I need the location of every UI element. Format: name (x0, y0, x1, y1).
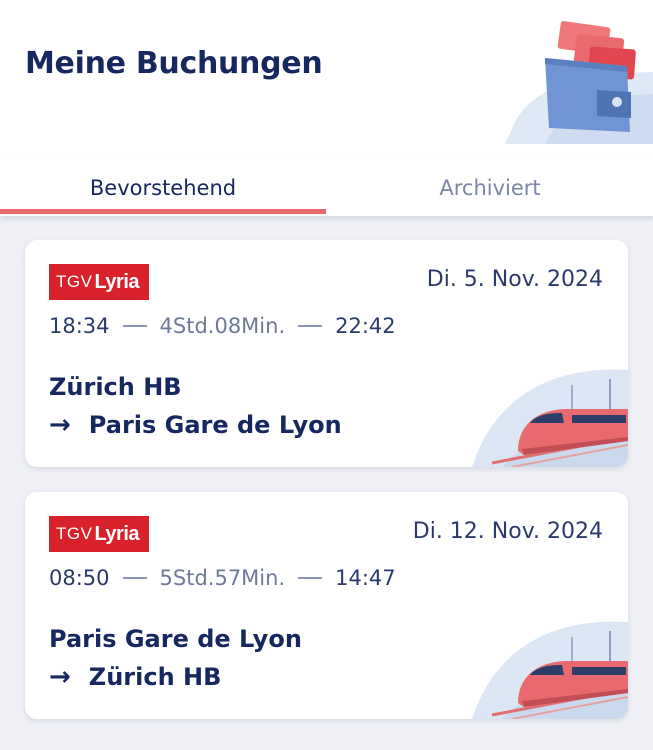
journey-timeline: 08:50 5Std.57Min. 14:47 (49, 566, 396, 590)
logo-text-lyria: Lyria (94, 522, 140, 545)
booking-date: Di. 12. Nov. 2024 (412, 519, 603, 544)
logo-text-tgv: TGV (56, 524, 93, 543)
journey-timeline: 18:34 4Std.08Min. 22:42 (49, 314, 396, 338)
header: Meine Buchungen (0, 0, 653, 160)
origin-station: Zürich HB (49, 373, 182, 401)
arrow-right-icon: → (49, 662, 71, 692)
destination-station: Paris Gare de Lyon (88, 411, 342, 439)
tgv-lyria-logo: TGV Lyria (49, 516, 149, 552)
arrival-time: 14:47 (335, 566, 396, 590)
timeline-dash (298, 577, 323, 579)
active-tab-indicator (0, 209, 326, 214)
timeline-dash (298, 325, 323, 327)
arrow-right-icon: → (49, 410, 71, 440)
logo-text-tgv: TGV (56, 272, 93, 291)
destination-row: → Paris Gare de Lyon (49, 410, 342, 440)
tab-archiviert[interactable]: Archiviert (327, 160, 653, 216)
journey-duration: 5Std.57Min. (159, 566, 286, 590)
wallet-tickets-illustration (505, 21, 653, 144)
train-illustration (472, 369, 628, 467)
journey-duration: 4Std.08Min. (159, 314, 286, 338)
timeline-dash (122, 577, 147, 579)
booking-date: Di. 5. Nov. 2024 (426, 267, 603, 292)
origin-station: Paris Gare de Lyon (49, 625, 302, 653)
departure-time: 18:34 (49, 314, 110, 338)
logo-text-lyria: Lyria (94, 270, 140, 293)
tab-bar: Bevorstehend Archiviert (0, 160, 653, 216)
destination-row: → Zürich HB (49, 662, 221, 692)
page-title: Meine Buchungen (25, 46, 323, 81)
timeline-dash (122, 325, 147, 327)
destination-station: Zürich HB (88, 663, 222, 691)
tab-bevorstehend[interactable]: Bevorstehend (0, 160, 326, 216)
tgv-lyria-logo: TGV Lyria (49, 264, 149, 300)
arrival-time: 22:42 (335, 314, 396, 338)
booking-card[interactable]: TGV Lyria Di. 5. Nov. 2024 18:34 4Std.08… (25, 240, 628, 467)
booking-card[interactable]: TGV Lyria Di. 12. Nov. 2024 08:50 5Std.5… (25, 492, 628, 719)
train-illustration (472, 621, 628, 719)
departure-time: 08:50 (49, 566, 110, 590)
